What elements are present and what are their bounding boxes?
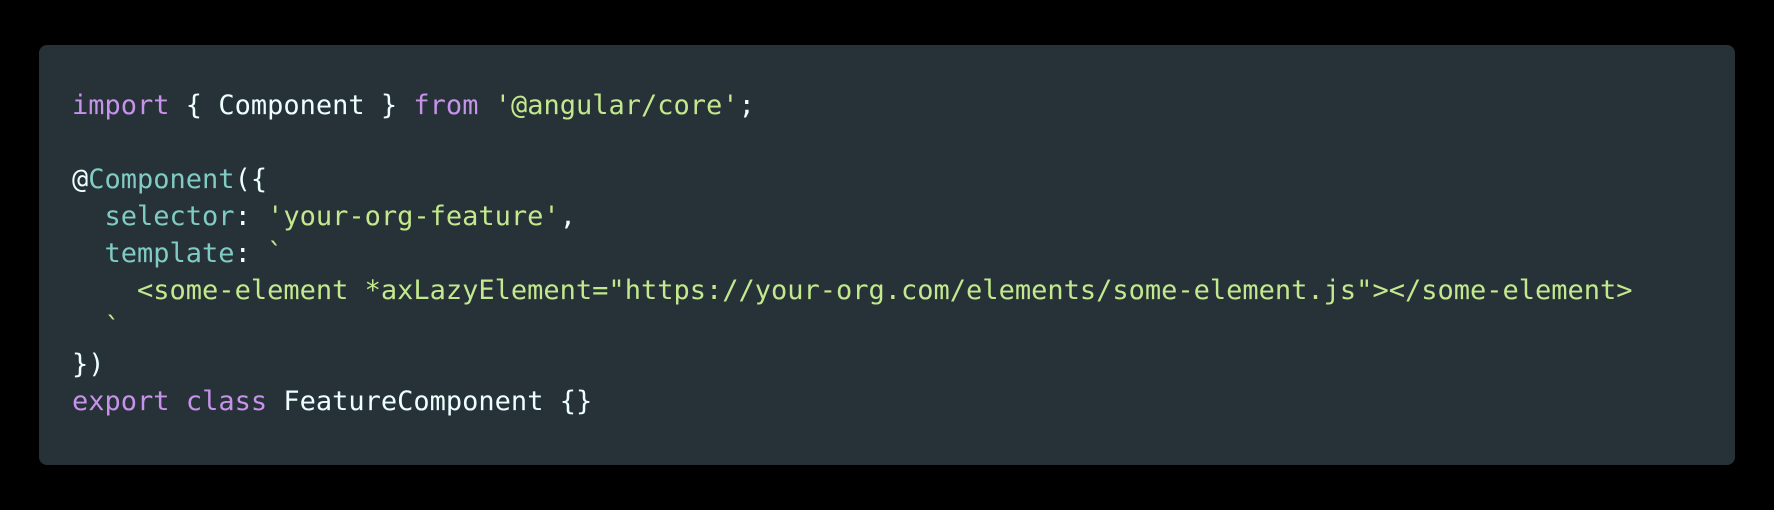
class-name: FeatureComponent xyxy=(283,386,544,417)
code-content: import { Component } from '@angular/core… xyxy=(72,87,1735,420)
string-selector-value: 'your-org-feature' xyxy=(267,201,560,232)
punctuation: { xyxy=(169,90,219,121)
string-module-path: '@angular/core' xyxy=(494,90,739,121)
code-line-4: selector: 'your-org-feature', xyxy=(72,198,1735,235)
template-content: <some-element *axLazyElement="https://yo… xyxy=(137,275,1633,306)
keyword-from: from xyxy=(413,90,479,121)
punctuation: : xyxy=(234,238,268,269)
punctuation: }) xyxy=(72,349,105,380)
identifier-component: Component xyxy=(218,90,365,121)
code-line-5: template: ` xyxy=(72,235,1735,272)
code-line-7: ` xyxy=(72,309,1735,346)
template-backtick-open: ` xyxy=(267,238,284,269)
decorator-name: Component xyxy=(88,164,235,195)
code-line-3: @Component({ xyxy=(72,161,1735,198)
punctuation: : xyxy=(234,201,268,232)
punctuation: } xyxy=(364,90,414,121)
decorator-at: @ xyxy=(72,164,89,195)
code-line-1: import { Component } from '@angular/core… xyxy=(72,87,1735,124)
code-line-9: export class FeatureComponent {} xyxy=(72,383,1735,420)
punctuation: ({ xyxy=(234,164,268,195)
property-template: template xyxy=(104,238,235,269)
code-line-8: }) xyxy=(72,346,1735,383)
code-line-6: <some-element *axLazyElement="https://yo… xyxy=(72,272,1735,309)
template-backtick-close: ` xyxy=(104,312,121,343)
code-line-2-blank xyxy=(72,124,1735,161)
keyword-class: class xyxy=(185,386,268,417)
property-selector: selector xyxy=(104,201,235,232)
punctuation: ; xyxy=(738,90,755,121)
code-block: import { Component } from '@angular/core… xyxy=(39,45,1735,465)
keyword-import: import xyxy=(72,90,170,121)
class-body: {} xyxy=(543,386,593,417)
punctuation: , xyxy=(559,201,576,232)
keyword-export: export xyxy=(72,386,170,417)
